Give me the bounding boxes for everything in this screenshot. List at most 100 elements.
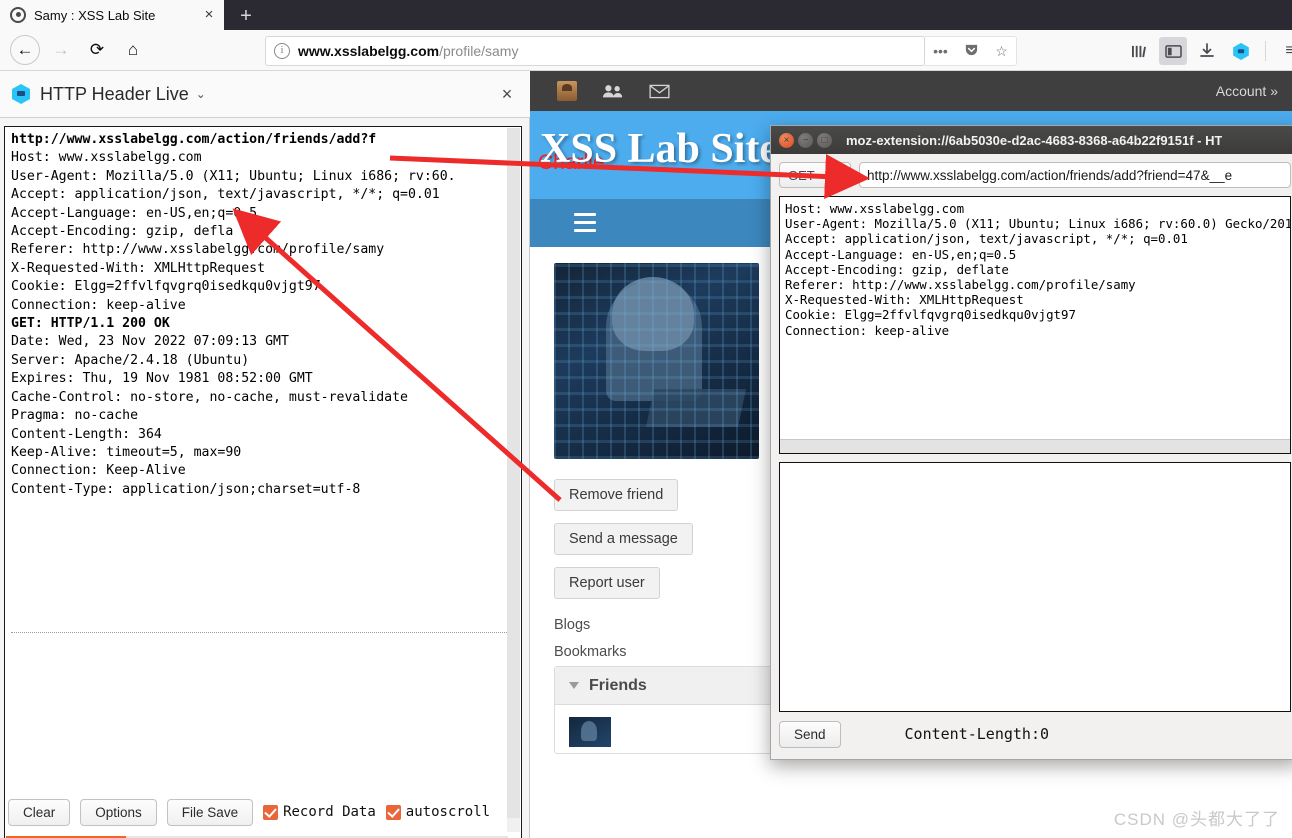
topbar-avatar[interactable]: [544, 71, 590, 111]
http-method-value: GET: [788, 167, 815, 183]
friend-avatar[interactable]: [569, 717, 611, 747]
browser-toolbar-right: ≡: [1125, 36, 1292, 66]
library-icon[interactable]: [1125, 37, 1153, 65]
chevron-down-icon[interactable]: [835, 173, 843, 178]
address-bar-text: www.xsslabelgg.com/profile/samy: [298, 43, 518, 59]
page-actions-icon[interactable]: •••: [933, 43, 948, 59]
record-data-label: Record Data: [283, 804, 376, 820]
sidebar-header: HTTP Header Live ⌄ ×: [0, 71, 530, 118]
url-path: /profile/samy: [439, 43, 519, 59]
file-save-button[interactable]: File Save: [166, 798, 254, 826]
address-bar-actions: ••• ☆: [925, 36, 1017, 66]
csdn-watermark: CSDN @头都大了了: [1113, 810, 1280, 829]
http-method-select[interactable]: GET: [779, 162, 851, 188]
profile-photo: [554, 263, 759, 459]
header-log-pane[interactable]: http://www.xsslabelgg.com/action/friends…: [4, 126, 522, 838]
popup-footer: Send Content-Length:0: [771, 712, 1292, 756]
reload-button[interactable]: ⟳: [82, 35, 112, 65]
request-header-3: Accept-Language: en-US,en;q=0.5: [11, 205, 258, 221]
request-url-line: http://www.xsslabelgg.com/action/friends…: [11, 132, 377, 147]
response-header-3: Cache-Control: no-store, no-cache, must-…: [11, 389, 408, 405]
pocket-icon[interactable]: [964, 42, 979, 60]
sidebar-icon[interactable]: [1159, 37, 1187, 65]
collapse-triangle-icon[interactable]: [569, 682, 579, 689]
popup-request-row: GET http://www.xsslabelgg.com/action/fri…: [771, 154, 1292, 196]
request-headers-textarea[interactable]: Host: www.xsslabelgg.com User-Agent: Moz…: [779, 196, 1291, 454]
header-log-text: http://www.xsslabelgg.com/action/friends…: [11, 131, 507, 499]
friends-group-icon[interactable]: [590, 71, 636, 111]
send-button[interactable]: Send: [779, 720, 841, 748]
tab-title: Samy : XSS Lab Site: [34, 7, 156, 23]
browser-tab[interactable]: Samy : XSS Lab Site ×: [0, 0, 224, 30]
response-header-0: Date: Wed, 23 Nov 2022 07:09:13 GMT: [11, 334, 289, 350]
http-header-live-sidebar: HTTP Header Live ⌄ × http://www.xsslabel…: [0, 71, 530, 838]
request-headers-text: Host: www.xsslabelgg.com User-Agent: Moz…: [785, 201, 1290, 338]
sidebar-title: HTTP Header Live: [40, 83, 189, 104]
response-header-6: Keep-Alive: timeout=5, max=90: [11, 444, 242, 460]
site-title: XSS Lab Site: [540, 126, 779, 172]
response-header-5: Content-Length: 364: [11, 426, 162, 442]
popup-titlebar[interactable]: × − □ moz-extension://6ab5030e-d2ac-4683…: [771, 126, 1292, 154]
report-user-button[interactable]: Report user: [554, 567, 660, 599]
request-body-textarea[interactable]: [779, 462, 1291, 712]
toolbar-divider: [1265, 41, 1266, 61]
chevron-down-icon[interactable]: ⌄: [196, 87, 206, 101]
window-maximize-icon[interactable]: □: [817, 132, 832, 148]
close-icon[interactable]: ×: [496, 84, 518, 105]
address-bar[interactable]: i www.xsslabelgg.com/profile/samy: [265, 36, 925, 66]
browser-tabstrip: Samy : XSS Lab Site × +: [0, 0, 1292, 30]
close-icon[interactable]: ×: [200, 6, 218, 24]
response-header-2: Expires: Thu, 19 Nov 1981 08:52:00 GMT: [11, 371, 313, 387]
http-header-live-popup-window: × − □ moz-extension://6ab5030e-d2ac-4683…: [770, 125, 1292, 760]
request-header-0: Host: www.xsslabelgg.com: [11, 150, 202, 166]
sidebar-toolbar: Clear Options File Save Record Data auto…: [0, 786, 530, 838]
popup-window-title: moz-extension://6ab5030e-d2ac-4683-8368-…: [846, 132, 1223, 148]
request-header-7: Cookie: Elgg=2ffvlfqvgrq0isedkqu0vjgt97: [11, 279, 321, 295]
friends-module-title: Friends: [589, 676, 647, 694]
hamburger-menu-icon[interactable]: ≡: [1276, 37, 1292, 65]
request-header-2: Accept: application/json, text/javascrip…: [11, 187, 440, 203]
http-header-live-icon[interactable]: [1227, 37, 1255, 65]
window-minimize-icon[interactable]: −: [798, 132, 813, 148]
elgg-topbar: Account »: [530, 71, 1292, 111]
request-header-1: User-Agent: Mozilla/5.0 (X11; Ubuntu; Li…: [11, 168, 456, 184]
back-button[interactable]: ←: [10, 35, 40, 65]
window-close-icon[interactable]: ×: [779, 132, 794, 148]
entry-separator: [11, 632, 507, 633]
url-host: www.xsslabelgg.com: [298, 43, 440, 59]
site-info-icon[interactable]: i: [274, 43, 290, 59]
response-header-7: Connection: Keep-Alive: [11, 463, 186, 479]
screenshot-root: Samy : XSS Lab Site × + ← → ⟳ ⌂ i www.xs…: [0, 0, 1292, 838]
account-menu[interactable]: Account »: [1216, 83, 1278, 99]
request-url-input[interactable]: http://www.xsslabelgg.com/action/friends…: [859, 162, 1291, 188]
checkbox-checked-icon[interactable]: [385, 804, 401, 820]
headers-horizontal-scrollbar[interactable]: [780, 439, 1290, 453]
options-button[interactable]: Options: [80, 798, 157, 826]
response-header-1: Server: Apache/2.4.18 (Ubuntu): [11, 352, 250, 368]
send-message-button[interactable]: Send a message: [554, 523, 693, 555]
request-header-5: Referer: http://www.xsslabelgg.com/profi…: [11, 242, 385, 258]
content-length-label: Content-Length:0: [904, 725, 1050, 743]
autoscroll-checkbox[interactable]: autoscroll: [385, 804, 490, 820]
http-header-live-icon: [12, 84, 30, 104]
downloads-icon[interactable]: [1193, 37, 1221, 65]
bookmark-star-icon[interactable]: ☆: [995, 43, 1008, 60]
clear-button[interactable]: Clear: [8, 798, 71, 826]
remove-friend-button[interactable]: Remove friend: [554, 479, 679, 511]
vertical-scrollbar-thumb[interactable]: [507, 128, 520, 818]
forward-button[interactable]: →: [46, 35, 76, 65]
response-status-line: GET: HTTP/1.1 200 OK: [11, 316, 170, 332]
envelope-icon[interactable]: [636, 71, 682, 111]
response-header-8: Content-Type: application/json;charset=u…: [11, 481, 361, 497]
lab-favicon-icon: [10, 7, 26, 23]
response-header-4: Pragma: no-cache: [11, 408, 139, 424]
checkbox-checked-icon[interactable]: [263, 804, 279, 820]
user-avatar-icon: [557, 81, 577, 101]
request-header-8: Connection: keep-alive: [11, 297, 186, 313]
record-data-checkbox[interactable]: Record Data: [263, 804, 376, 820]
new-tab-button[interactable]: +: [234, 4, 258, 28]
vertical-scrollbar[interactable]: [507, 128, 520, 832]
hamburger-icon[interactable]: [574, 213, 596, 232]
home-button[interactable]: ⌂: [118, 35, 148, 65]
request-header-4: Accept-Encoding: gzip, defla: [11, 224, 234, 240]
